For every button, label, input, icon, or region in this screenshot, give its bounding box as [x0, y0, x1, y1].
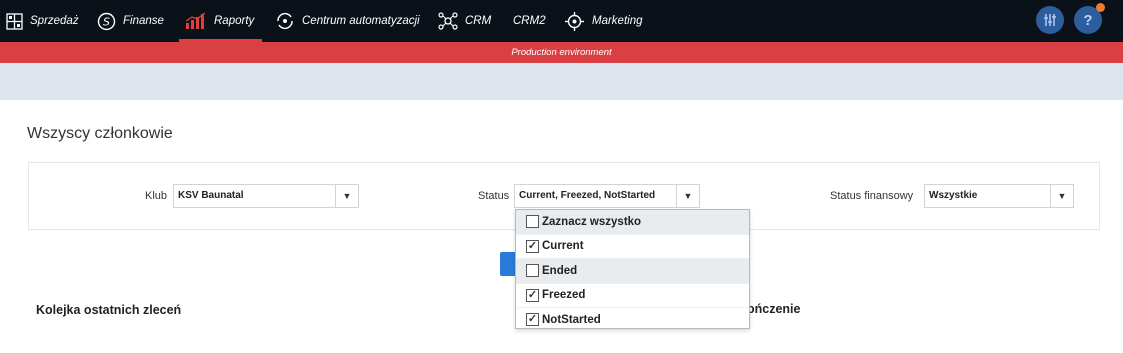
header-spacer [0, 63, 1123, 100]
nav-label: Finanse [123, 15, 164, 27]
status-filter-label: Status [478, 190, 510, 202]
dropdown-item-label: NotStarted [542, 313, 601, 326]
nav-item-finanse[interactable]: S Finanse [97, 0, 164, 42]
club-filter-label: Klub [145, 190, 168, 202]
grid-icon [6, 12, 23, 30]
finance-status-select-value: Wszystkie [929, 190, 978, 201]
dollar-circle-icon: S [97, 12, 116, 30]
section-title-recent-orders: Kolejka ostatnich zleceń [36, 303, 182, 317]
dropdown-item-label: Ended [542, 264, 578, 277]
chevron-down-icon[interactable]: ▼ [676, 185, 699, 207]
checkbox-checked[interactable]: ✓ [526, 288, 539, 302]
nav-label: Sprzedaż [30, 15, 79, 27]
nav-label: Marketing [592, 15, 643, 27]
dropdown-item-ended[interactable]: Ended [516, 259, 749, 284]
nav-item-crm[interactable]: CRM [438, 0, 491, 42]
top-navbar: Sprzedaż S Finanse Raporty Centrum autom… [0, 0, 1123, 42]
bar-chart-icon [185, 12, 206, 29]
nav-label: Centrum automatyzacji [302, 15, 420, 27]
nav-item-crm2[interactable]: CRM2 [513, 0, 546, 42]
settings-button[interactable] [1036, 6, 1064, 34]
sliders-icon [1044, 14, 1056, 26]
checkbox-unchecked[interactable] [526, 215, 539, 229]
help-button[interactable]: ? [1074, 3, 1105, 34]
checkbox-checked[interactable]: ✓ [526, 239, 539, 253]
dropdown-item-notstarted[interactable]: ✓ NotStarted [516, 308, 749, 328]
nav-label: CRM2 [513, 15, 546, 27]
dropdown-item-select-all[interactable]: Zaznacz wszystko [516, 210, 749, 235]
dropdown-item-freezed[interactable]: ✓ Freezed [516, 284, 749, 308]
nav-label: Raporty [214, 15, 255, 27]
dropdown-item-label: Zaznacz wszystko [542, 215, 642, 228]
help-icon: ? [1083, 11, 1093, 29]
dropdown-item-current[interactable]: ✓ Current [516, 235, 749, 259]
nav-item-sprzedaz[interactable]: Sprzedaż [6, 0, 79, 42]
club-select-value: KSV Baunatal [178, 190, 244, 201]
notification-dot [1096, 3, 1105, 12]
club-select[interactable]: KSV Baunatal ▼ [173, 184, 359, 208]
checkbox-checked[interactable]: ✓ [526, 313, 539, 327]
nav-item-centrum-automatyzacji[interactable]: Centrum automatyzacji [275, 0, 420, 42]
status-dropdown-menu: Zaznacz wszystko ✓ Current Ended ✓ Freez… [515, 209, 750, 329]
chevron-down-icon[interactable]: ▼ [335, 185, 358, 207]
chevron-down-icon[interactable]: ▼ [1050, 185, 1073, 207]
page-title: Wszyscy członkowie [27, 125, 173, 142]
finance-status-filter-label: Status finansowy [830, 190, 914, 202]
status-select-value: Current, Freezed, NotStarted [519, 190, 656, 201]
environment-banner: Production environment [0, 42, 1123, 63]
dropdown-item-label: Current [542, 240, 584, 253]
status-select[interactable]: Current, Freezed, NotStarted ▼ [514, 184, 700, 208]
nav-item-raporty[interactable]: Raporty [178, 0, 263, 42]
section-title-right: ończenie [747, 302, 801, 316]
dropdown-item-label: Freezed [542, 289, 586, 302]
nav-label: CRM [465, 15, 492, 27]
network-icon [438, 12, 458, 30]
nav-item-marketing[interactable]: Marketing [564, 0, 643, 42]
svg-text:S: S [103, 15, 110, 28]
compass-icon [565, 11, 584, 31]
finance-status-select[interactable]: Wszystkie ▼ [924, 184, 1074, 208]
generate-button[interactable] [500, 252, 516, 276]
sync-circle-icon [277, 12, 293, 30]
checkbox-unchecked[interactable] [526, 264, 539, 278]
